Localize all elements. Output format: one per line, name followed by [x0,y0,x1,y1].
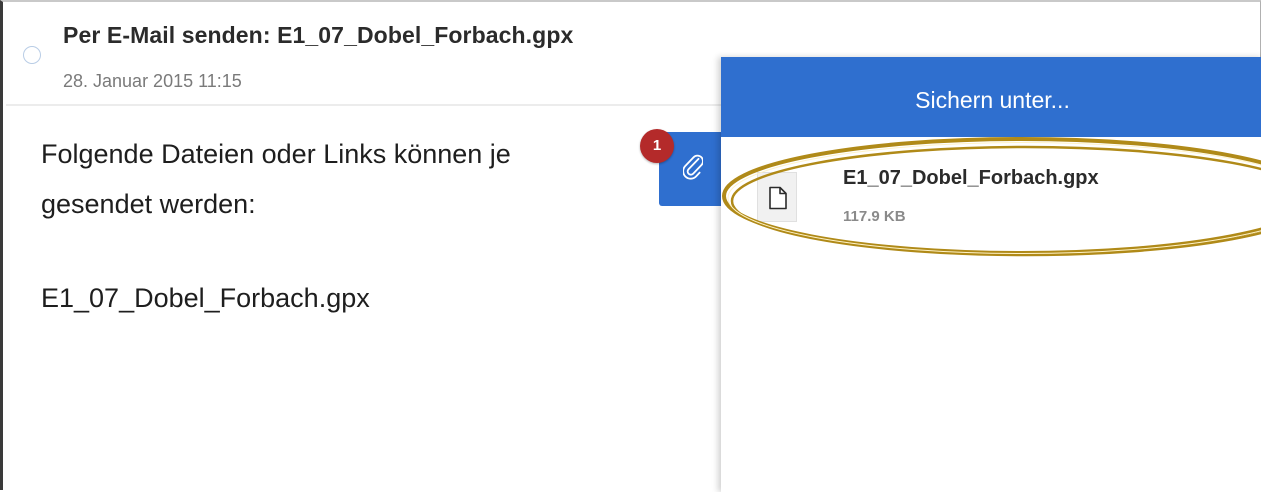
file-size: 117.9 KB [843,208,906,225]
email-date: 28. Januar 2015 11:15 [63,71,242,91]
panel-title: Sichern unter... [721,57,1261,137]
select-radio[interactable] [23,46,41,64]
app-window: Per E-Mail senden: E1_07_Dobel_Forbach.g… [0,0,1261,492]
email-subject: Per E-Mail senden: E1_07_Dobel_Forbach.g… [63,22,574,48]
header-divider [6,104,736,106]
file-name: E1_07_Dobel_Forbach.gpx [843,167,1099,189]
save-as-panel: Sichern unter... E1_07_Dobel_Forbach.gpx… [721,57,1261,492]
email-body: Folgende Dateien oder Links können je ge… [41,129,681,229]
file-icon-container [757,172,797,222]
email-body-line: gesendet werden: [41,189,256,219]
email-body-line: Folgende Dateien oder Links können je [41,139,511,169]
email-body-filename: E1_07_Dobel_Forbach.gpx [41,283,370,313]
paperclip-icon [683,154,703,180]
document-icon [769,186,787,210]
attachment-count-badge: 1 [640,129,674,163]
file-list-item[interactable]: E1_07_Dobel_Forbach.gpx 117.9 KB [721,137,1261,257]
